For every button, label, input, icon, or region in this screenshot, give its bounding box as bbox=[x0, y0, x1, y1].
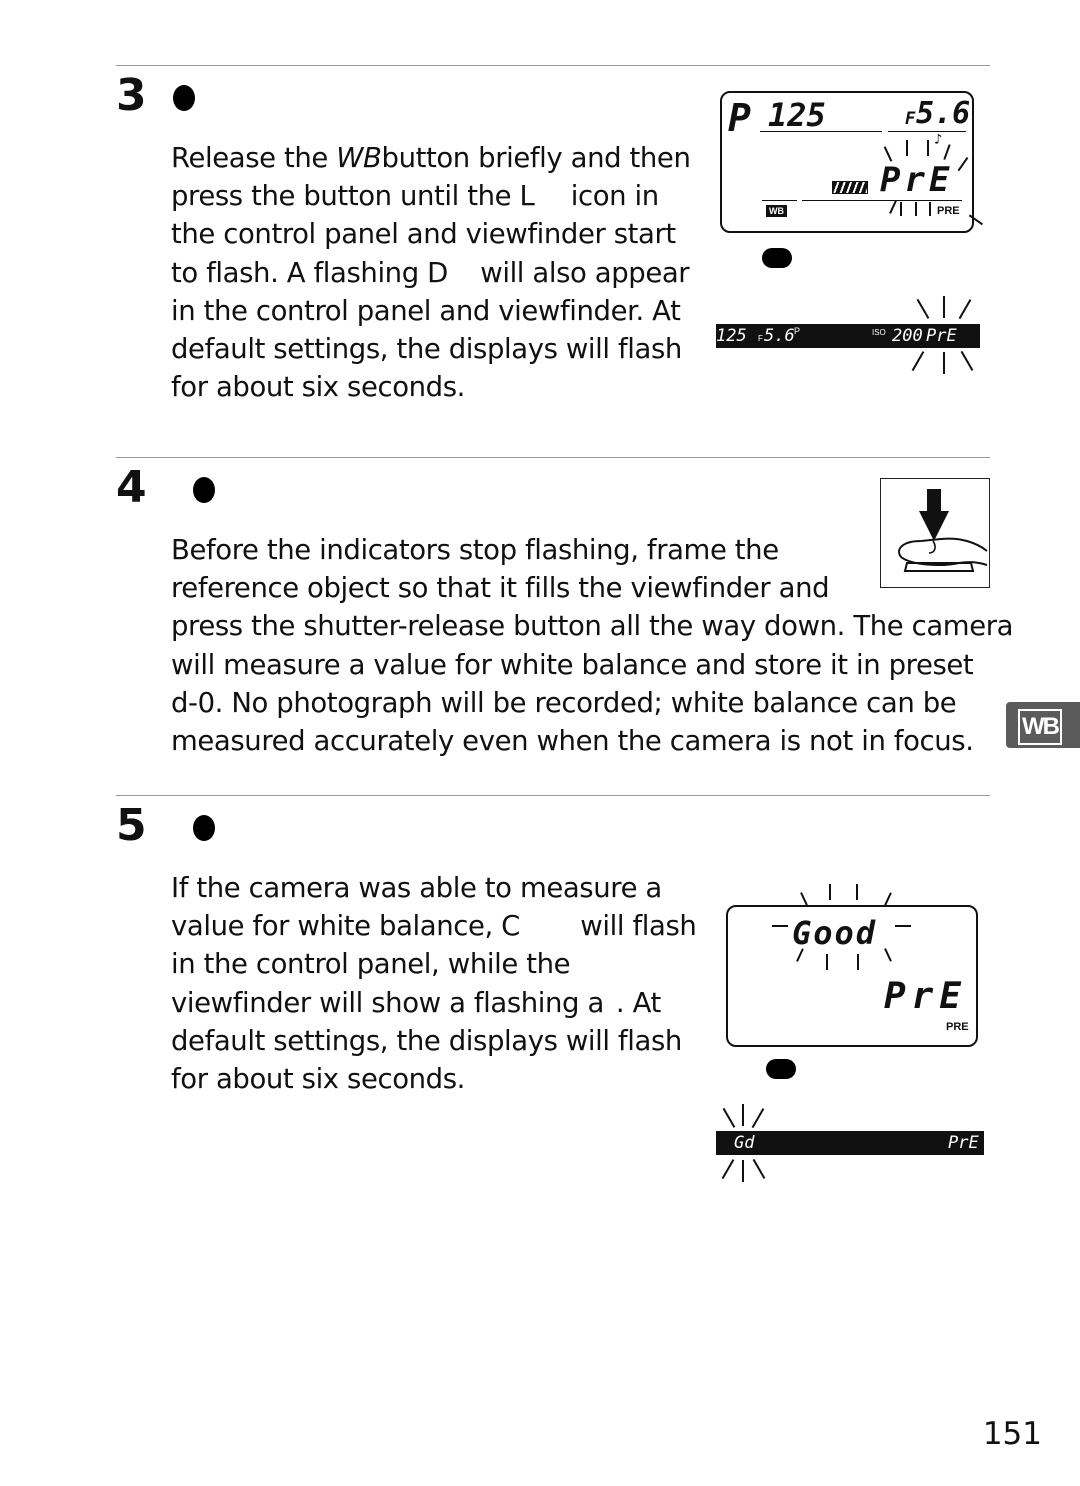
step-bullet-icon bbox=[173, 85, 195, 111]
text-line: Release the WBbutton briefly and then bbox=[171, 142, 691, 174]
flash-mark bbox=[752, 1159, 765, 1179]
step-3-text: Release the WBbutton briefly and then pr… bbox=[171, 139, 691, 406]
step-bullet-icon bbox=[193, 477, 215, 503]
flash-mark bbox=[721, 1159, 734, 1179]
flash-mark bbox=[884, 892, 892, 906]
step-number: 3 bbox=[116, 70, 147, 121]
vf-iso-label: ISO bbox=[872, 328, 886, 337]
flash-mark bbox=[900, 202, 902, 216]
text-line: press the button until the L icon in bbox=[171, 180, 659, 213]
text-line: for about six seconds. bbox=[171, 1063, 465, 1096]
flash-mark bbox=[857, 954, 859, 970]
flash-mark bbox=[906, 140, 908, 156]
text-line: viewfinder will show a flashing a. At bbox=[171, 986, 661, 1019]
text-line: value for white balance, C will flash bbox=[171, 910, 697, 943]
text-line: If the camera was able to measure a bbox=[171, 872, 662, 904]
beep-icon: ♪ bbox=[934, 132, 943, 148]
flash-mark bbox=[751, 1108, 764, 1128]
aperture-prefix: F bbox=[905, 109, 916, 129]
step-bullet-icon bbox=[193, 815, 215, 841]
flash-mark bbox=[916, 299, 929, 319]
text-line: for about six seconds. bbox=[171, 371, 465, 404]
text-line: d-0. No photograph will be recorded; whi… bbox=[171, 686, 957, 719]
text-line: measured accurately even when the camera… bbox=[171, 725, 974, 758]
flash-mark bbox=[826, 954, 828, 970]
flash-mark bbox=[915, 202, 917, 216]
flash-mark bbox=[800, 892, 808, 906]
flash-mark bbox=[911, 351, 924, 371]
flash-mark bbox=[895, 925, 911, 927]
white-balance-tab-icon: WB bbox=[1018, 709, 1062, 745]
page-number: 151 bbox=[982, 1416, 1042, 1452]
flash-mark bbox=[829, 884, 831, 900]
text-line: press the shutter-release button all the… bbox=[171, 610, 1014, 643]
section-divider bbox=[116, 65, 990, 66]
text-line: in the control panel, while the bbox=[171, 948, 571, 981]
vf-aperture-prefix: F bbox=[758, 334, 763, 343]
flash-mark bbox=[742, 1160, 744, 1182]
section-tab-white-balance[interactable]: WB bbox=[1006, 702, 1080, 748]
aperture-value: 5.6 bbox=[916, 96, 971, 131]
vf-shutter: 125 bbox=[716, 326, 747, 346]
vf-iso-value: 200 bbox=[892, 326, 923, 346]
measurement-status: Good bbox=[792, 914, 878, 952]
flash-mark bbox=[943, 352, 945, 374]
vf-preset: PrE bbox=[948, 1133, 979, 1153]
flash-mark bbox=[927, 140, 929, 156]
vf-mode: P bbox=[794, 326, 801, 336]
flashing-indicator-icon bbox=[762, 248, 792, 268]
vf-status: Gd bbox=[734, 1133, 755, 1153]
text-line: the control panel and viewfinder start bbox=[171, 218, 676, 251]
preset-label: PRE bbox=[946, 1021, 969, 1033]
text-line: default settings, the displays will flas… bbox=[171, 1024, 682, 1057]
shutter-press-icon bbox=[898, 489, 988, 572]
flash-mark bbox=[772, 925, 788, 927]
step-5-text: If the camera was able to measure a valu… bbox=[171, 869, 697, 1098]
vf-preset: PrE bbox=[926, 326, 957, 346]
section-divider bbox=[116, 457, 990, 458]
wb-indicator: WB bbox=[766, 205, 787, 217]
step-number: 4 bbox=[116, 462, 147, 513]
flash-mark bbox=[943, 296, 945, 318]
wb-preset-value: PrE bbox=[880, 160, 954, 200]
flash-mark bbox=[958, 299, 971, 319]
shutter-press-illustration bbox=[880, 478, 990, 588]
vf-aperture: 5.6 bbox=[764, 326, 795, 346]
text-line: will measure a value for white balance a… bbox=[171, 648, 974, 681]
mode-indicator: P bbox=[728, 96, 751, 140]
control-panel-display: Good PrE PRE bbox=[726, 905, 978, 1047]
flash-mark bbox=[722, 1108, 735, 1128]
viewfinder-display: Gd PrE bbox=[716, 1131, 984, 1155]
battery-icon bbox=[832, 181, 868, 194]
shutter-speed: 125 bbox=[768, 96, 826, 134]
flash-mark bbox=[856, 884, 858, 900]
text-line: to flash. A flashing D will also appear bbox=[171, 256, 690, 289]
viewfinder-display: 125 F 5.6 P ISO 200 PrE bbox=[716, 324, 980, 348]
text-line: in the control panel and viewfinder. At bbox=[171, 294, 681, 327]
flash-mark bbox=[929, 202, 931, 216]
step-number: 5 bbox=[116, 800, 147, 851]
flash-mark bbox=[742, 1104, 744, 1126]
flashing-indicator-icon bbox=[766, 1059, 796, 1079]
control-panel-display: P 125 F 5.6 ♪ PrE WB PRE bbox=[720, 91, 974, 233]
wb-preset-value: PrE bbox=[884, 976, 968, 1017]
section-divider bbox=[116, 795, 990, 796]
preset-label: PRE bbox=[937, 205, 960, 217]
flash-mark bbox=[960, 351, 973, 371]
text-line: default settings, the displays will flas… bbox=[171, 333, 682, 366]
